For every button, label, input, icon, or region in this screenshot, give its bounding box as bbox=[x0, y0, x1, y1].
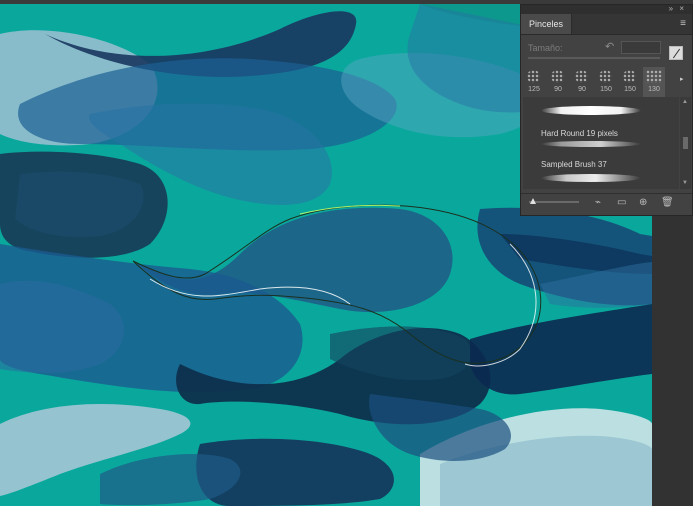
thumbnail-size-knob[interactable] bbox=[530, 198, 536, 204]
preset-size: 130 bbox=[648, 86, 660, 93]
brush-tip-icon bbox=[575, 70, 588, 83]
brush-tip-icon bbox=[623, 70, 636, 83]
preset-size: 90 bbox=[578, 86, 586, 93]
size-slider[interactable] bbox=[528, 57, 660, 59]
preset-4[interactable]: 150 bbox=[595, 67, 617, 97]
close-icon[interactable]: × bbox=[679, 4, 686, 13]
brush-item[interactable] bbox=[523, 97, 679, 122]
brush-tip-icon bbox=[599, 70, 612, 83]
brush-item[interactable]: Hard Round 19 pixels bbox=[523, 129, 679, 159]
preset-size: 90 bbox=[554, 86, 562, 93]
brush-preset-row: 125 90 90 150 150 130 ▸ bbox=[523, 67, 690, 97]
size-label: Tamaño: bbox=[528, 43, 563, 53]
panel-header: » × bbox=[521, 4, 692, 14]
brush-stroke-preview bbox=[541, 106, 641, 115]
preset-6[interactable]: 130 bbox=[643, 67, 665, 97]
scroll-thumb[interactable] bbox=[683, 137, 688, 149]
scroll-down-icon[interactable]: ▼ bbox=[682, 180, 688, 186]
preset-2[interactable]: 90 bbox=[547, 67, 569, 97]
preset-3[interactable]: 90 bbox=[571, 67, 593, 97]
preset-size: 150 bbox=[600, 86, 612, 93]
toggle-brush-preview-icon[interactable]: ⌁ bbox=[595, 197, 601, 208]
brush-item[interactable]: Sampled Brush 37 bbox=[523, 160, 679, 189]
brush-label: Hard Round 19 pixels bbox=[541, 129, 618, 138]
preset-scroll-arrow[interactable]: ▸ bbox=[680, 75, 684, 83]
new-brush-icon[interactable]: ⊕ bbox=[639, 197, 647, 208]
new-group-icon[interactable]: ▭ bbox=[617, 197, 626, 208]
brush-tip-icon bbox=[527, 70, 540, 83]
tab-pinceles[interactable]: Pinceles bbox=[521, 14, 573, 34]
scroll-up-icon[interactable]: ▲ bbox=[682, 99, 688, 105]
size-row: Tamaño: ↶ bbox=[521, 35, 692, 61]
brushes-panel: » × Pinceles ≡ Tamaño: ↶ 125 90 90 150 1… bbox=[520, 4, 693, 216]
collapse-icon[interactable]: » bbox=[669, 4, 675, 13]
brush-stroke-preview bbox=[541, 174, 641, 182]
preset-size: 150 bbox=[624, 86, 636, 93]
preset-1[interactable]: 125 bbox=[523, 67, 545, 97]
size-input[interactable] bbox=[621, 41, 661, 54]
new-brush-icon[interactable] bbox=[669, 46, 683, 60]
brush-stroke-preview bbox=[541, 141, 641, 147]
preset-5[interactable]: 150 bbox=[619, 67, 641, 97]
preset-size: 125 bbox=[528, 86, 540, 93]
delete-icon[interactable]: 🗑 bbox=[661, 197, 674, 208]
thumbnail-size-slider[interactable] bbox=[529, 201, 579, 203]
brush-list[interactable]: Hard Round 19 pixels Sampled Brush 37 bbox=[523, 97, 679, 189]
tab-row: Pinceles ≡ bbox=[521, 14, 692, 35]
brush-label: Sampled Brush 37 bbox=[541, 160, 607, 169]
panel-footer: ⌁ ▭ ⊕ 🗑 bbox=[521, 193, 692, 214]
brush-tip-icon bbox=[646, 70, 662, 83]
reset-size-icon[interactable]: ↶ bbox=[605, 40, 614, 53]
brush-tip-icon bbox=[551, 70, 564, 83]
panel-menu-icon[interactable]: ≡ bbox=[680, 18, 686, 29]
brush-list-scrollbar[interactable]: ▲ ▼ bbox=[680, 97, 691, 189]
